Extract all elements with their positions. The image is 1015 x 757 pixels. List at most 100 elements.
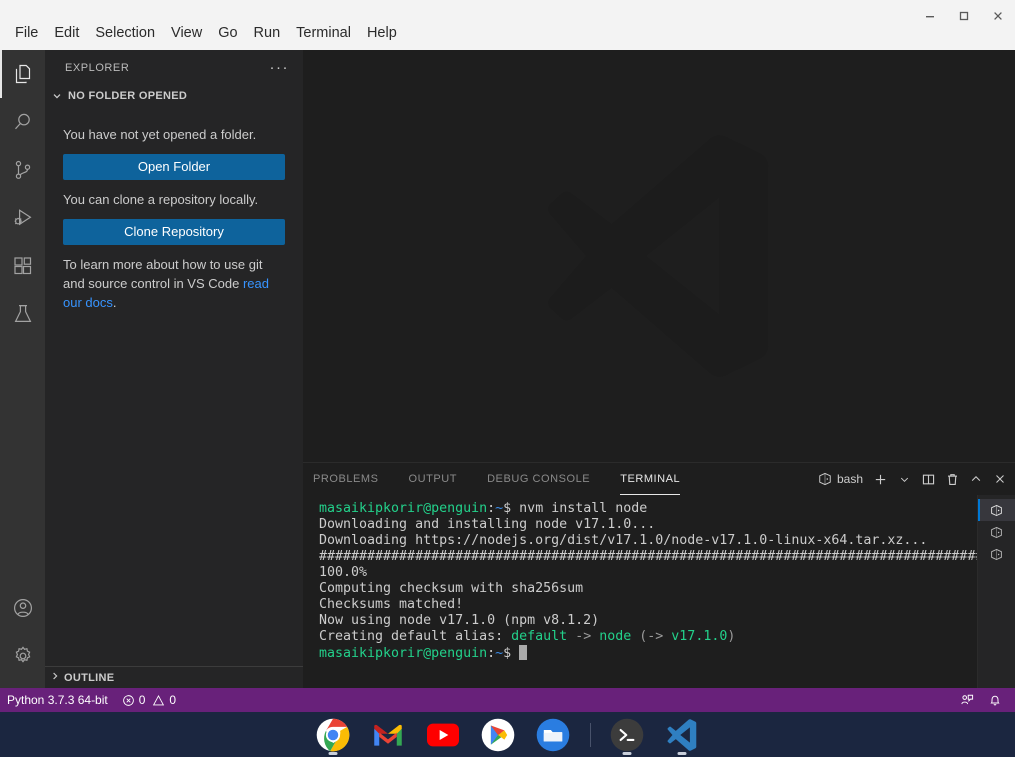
outline-label: OUTLINE — [64, 671, 115, 684]
maximize-button[interactable] — [947, 1, 981, 31]
terminal-cube-icon — [991, 548, 1002, 560]
gear-icon — [15, 646, 30, 663]
sidebar-title: EXPLORER — [65, 61, 130, 74]
taskbar-app-vscode[interactable] — [664, 712, 701, 757]
tab-problems[interactable]: PROBLEMS — [303, 463, 389, 495]
prompt-sep: : — [487, 501, 496, 516]
section-outline[interactable]: OUTLINE — [45, 666, 303, 688]
terminal-tab-3[interactable] — [978, 543, 1015, 565]
tab-output[interactable]: OUTPUT — [399, 463, 468, 495]
activity-bar — [0, 50, 45, 688]
prompt-user-2: masaikipkorir@penguin — [319, 646, 488, 661]
chrome-icon — [316, 718, 350, 751]
close-panel-button[interactable] — [989, 468, 1011, 490]
terminal-line-4: Checksums matched! — [319, 597, 464, 612]
terminal-output[interactable]: masaikipkorir@penguin:~$ nvm install nod… — [303, 495, 977, 689]
window-controls — [913, 0, 1015, 32]
youtube-icon — [427, 723, 459, 746]
terminal-cube-icon — [991, 504, 1002, 516]
open-folder-button[interactable]: Open Folder — [63, 154, 285, 180]
new-terminal-button[interactable] — [869, 468, 891, 490]
terminal-tab-1[interactable] — [977, 499, 1015, 521]
source-control-icon — [15, 160, 30, 179]
docs-period: . — [112, 295, 117, 310]
chevron-up-icon — [971, 475, 981, 481]
section-no-folder-opened[interactable]: NO FOLDER OPENED — [45, 85, 303, 107]
minimize-icon — [926, 16, 934, 18]
status-feedback[interactable] — [953, 688, 981, 712]
alias-arrow: -> — [567, 629, 600, 644]
panel-actions: bash — [814, 463, 1011, 495]
taskbar-app-terminal[interactable] — [609, 712, 646, 757]
play-store-icon — [481, 718, 515, 751]
activity-manage[interactable] — [0, 632, 45, 680]
activity-source-control[interactable] — [0, 146, 45, 194]
sidebar-header: EXPLORER ··· — [45, 50, 303, 85]
activity-accounts[interactable] — [0, 584, 45, 632]
taskbar — [0, 712, 1015, 757]
menu-file[interactable]: File — [7, 21, 46, 45]
chevron-down-icon — [900, 477, 908, 482]
taskbar-separator — [589, 722, 591, 747]
terminal-icon — [610, 718, 644, 751]
menu-go[interactable]: Go — [210, 21, 245, 45]
docs-message: To learn more about how to use git and s… — [63, 255, 285, 312]
gmail-icon — [374, 724, 402, 746]
bottom-panel: PROBLEMS OUTPUT DEBUG CONSOLE TERMINAL b… — [303, 462, 1015, 689]
split-terminal-button[interactable] — [917, 468, 939, 490]
vscode-logo-watermark — [548, 135, 769, 377]
panel-tab-bar: PROBLEMS OUTPUT DEBUG CONSOLE TERMINAL b… — [303, 463, 1015, 495]
taskbar-app-play-store[interactable] — [480, 712, 517, 757]
prompt-sigil-2: $ — [503, 646, 512, 661]
taskbar-app-gmail[interactable] — [370, 712, 407, 757]
tab-terminal[interactable]: TERMINAL — [610, 463, 690, 495]
clone-repository-button[interactable]: Clone Repository — [63, 219, 285, 245]
menu-terminal[interactable]: Terminal — [288, 21, 359, 45]
activity-search[interactable] — [0, 98, 45, 146]
menu-view[interactable]: View — [163, 21, 210, 45]
extensions-icon — [13, 257, 31, 275]
activity-extensions[interactable] — [0, 242, 45, 290]
terminal-cursor — [519, 645, 528, 660]
beaker-icon — [14, 305, 31, 322]
activity-explorer[interactable] — [0, 50, 45, 98]
close-icon — [996, 475, 1004, 483]
terminal-command: nvm install node — [511, 501, 648, 516]
taskbar-app-youtube[interactable] — [425, 712, 462, 757]
terminal-line-2: Downloading https://nodejs.org/dist/v17.… — [319, 533, 928, 548]
close-button[interactable] — [981, 1, 1015, 31]
kill-terminal-button[interactable] — [941, 468, 963, 490]
search-icon — [14, 113, 30, 130]
menu-run[interactable]: Run — [246, 21, 289, 45]
status-notifications[interactable] — [981, 688, 1009, 712]
alias-node: node — [599, 629, 632, 644]
sidebar-more-actions-icon[interactable]: ··· — [264, 60, 296, 75]
menu-help[interactable]: Help — [359, 21, 405, 45]
status-python-version[interactable]: Python 3.7.3 64-bit — [0, 688, 115, 712]
terminal-tab-2[interactable] — [978, 521, 1015, 543]
active-shell-indicator[interactable]: bash — [814, 472, 867, 486]
taskbar-app-chrome[interactable] — [315, 712, 352, 757]
alias-version: v17.1.0 — [671, 629, 728, 644]
terminal-cube-icon — [991, 526, 1002, 538]
running-indicator — [677, 752, 687, 755]
status-problems[interactable]: 0 0 — [115, 688, 183, 712]
account-icon — [13, 599, 32, 617]
activity-testing[interactable] — [0, 290, 45, 338]
terminal-container: masaikipkorir@penguin:~$ nvm install nod… — [303, 495, 1015, 689]
maximize-icon — [959, 11, 969, 21]
taskbar-app-files[interactable] — [535, 712, 572, 757]
maximize-panel-button[interactable] — [965, 468, 987, 490]
editor-area[interactable] — [303, 50, 1015, 462]
tab-debug-console[interactable]: DEBUG CONSOLE — [477, 463, 600, 495]
minimize-button[interactable] — [913, 1, 947, 31]
activity-run-debug[interactable] — [0, 194, 45, 242]
bell-icon — [990, 695, 1000, 706]
menu-edit[interactable]: Edit — [46, 21, 87, 45]
menu-selection[interactable]: Selection — [87, 21, 163, 45]
terminal-dropdown-button[interactable] — [893, 468, 915, 490]
feedback-icon — [961, 694, 974, 705]
files-icon — [15, 64, 30, 84]
vscode-window: File Edit Selection View Go Run Terminal… — [0, 0, 1015, 757]
terminal-line-3: Computing checksum with sha256sum — [319, 581, 584, 596]
